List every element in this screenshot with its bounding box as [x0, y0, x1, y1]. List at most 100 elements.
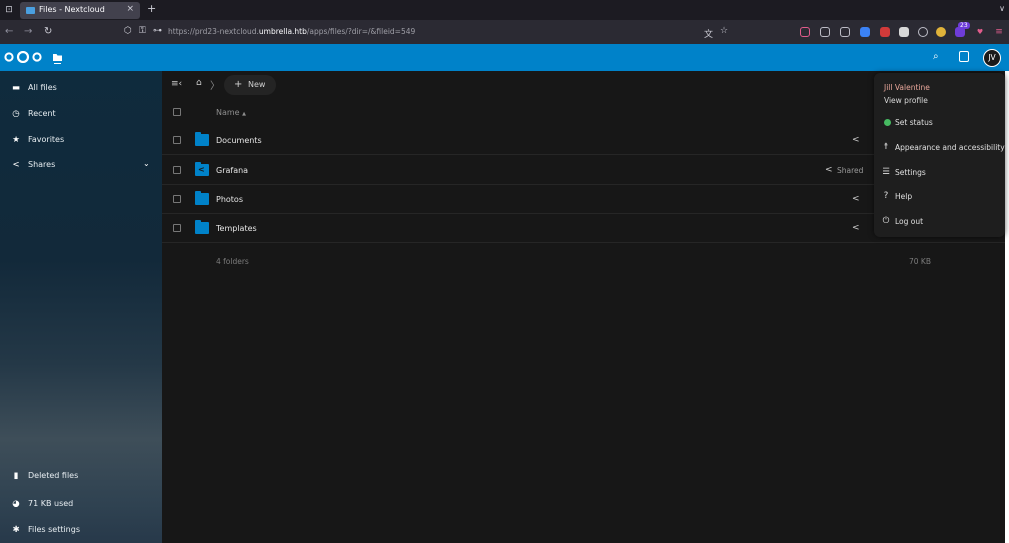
shared-label[interactable]: Shared	[837, 166, 863, 175]
share-icon: <	[12, 160, 20, 170]
sidebar-item-recent[interactable]: ◷ Recent	[0, 104, 162, 124]
navigation-toggle-icon[interactable]: ≡‹	[171, 79, 182, 89]
sidebar-item-label: All files	[28, 83, 57, 92]
shield-icon[interactable]: ⬡	[124, 26, 132, 36]
home-icon[interactable]: ⌂	[196, 78, 202, 88]
forward-icon[interactable]: →	[24, 26, 32, 37]
power-icon: ⏻	[882, 216, 890, 226]
bookmark-star-icon[interactable]: ☆	[720, 26, 728, 36]
total-size: 70 KB	[909, 257, 931, 266]
folder-icon	[195, 191, 209, 205]
nextcloud-header: ⌕ JV	[0, 44, 1009, 71]
plus-icon: +	[234, 79, 243, 90]
settings-item[interactable]: ☰ Settings	[874, 163, 1005, 183]
row-checkbox[interactable]	[173, 136, 181, 144]
help-item[interactable]: ? Help	[874, 187, 1005, 207]
menu-item-label: Log out	[895, 217, 924, 226]
pocket-icon[interactable]	[800, 27, 810, 37]
extension-icon[interactable]	[899, 27, 909, 37]
sidebar-item-files-settings[interactable]: ✱ Files settings	[0, 520, 162, 540]
row-checkbox[interactable]	[173, 166, 181, 174]
translate-icon[interactable]: 文	[704, 27, 713, 40]
menu-item-label: Settings	[895, 168, 926, 177]
share-icon[interactable]: <	[852, 223, 860, 233]
menu-item-label: Set status	[895, 118, 933, 127]
ublock-icon[interactable]	[880, 27, 890, 37]
pocket-save-icon[interactable]: ♥	[975, 27, 985, 37]
chevron-down-icon[interactable]: ⌄	[143, 159, 150, 168]
new-button-label: New	[248, 80, 266, 89]
star-icon: ★	[12, 135, 20, 145]
sidebar-item-shares[interactable]: < Shares ⌄	[0, 155, 162, 175]
sidebar-item-label: Files settings	[28, 525, 80, 534]
new-tab-button[interactable]: +	[147, 2, 156, 15]
pie-chart-icon: ◕	[12, 499, 20, 509]
account-icon[interactable]	[820, 27, 830, 37]
share-icon[interactable]: <	[825, 165, 833, 175]
menu-item-label: Help	[895, 192, 913, 201]
name-column-header[interactable]: Name ▲	[216, 108, 246, 117]
tab-close-icon[interactable]: ×	[126, 4, 134, 14]
lock-icon[interactable]: ⚿	[139, 26, 146, 36]
app-navigation: ▬ All files ◷ Recent ★ Favorites < Share…	[0, 71, 162, 543]
file-name[interactable]: Photos	[216, 195, 243, 204]
url-text[interactable]: https://prd23-nextcloud.umbrella.htb/app…	[168, 27, 415, 36]
sidebar-item-deleted-files[interactable]: ▮ Deleted files	[0, 466, 162, 486]
sidebar-item-label: Recent	[28, 109, 56, 118]
browser-tab[interactable]: Files - Nextcloud ×	[20, 2, 140, 19]
folder-icon	[195, 132, 209, 146]
set-status-item[interactable]: Set status	[874, 113, 1005, 133]
cookie-icon[interactable]	[936, 27, 946, 37]
tab-list-icon[interactable]: ⊡	[2, 3, 16, 17]
sidebar-item-label: Deleted files	[28, 471, 79, 480]
settings-sliders-icon: ☰	[882, 167, 890, 177]
help-icon: ?	[883, 191, 889, 201]
user-display-name: Jill Valentine	[884, 83, 930, 92]
row-checkbox[interactable]	[173, 195, 181, 203]
share-icon[interactable]: <	[852, 135, 860, 145]
files-app-icon[interactable]	[53, 53, 62, 64]
share-icon[interactable]: <	[852, 194, 860, 204]
browser-tab-strip: ⊡ Files - Nextcloud × + ∨	[0, 0, 1009, 20]
folder-icon	[195, 220, 209, 234]
accessibility-icon: ☨	[883, 142, 889, 152]
clock-icon: ◷	[12, 109, 20, 119]
extensions-icon[interactable]	[840, 27, 850, 37]
page-edge	[1005, 71, 1009, 543]
file-name[interactable]: Templates	[216, 224, 257, 233]
folder-icon: ▬	[11, 83, 21, 93]
select-all-checkbox[interactable]	[173, 108, 181, 116]
nextcloud-logo-icon[interactable]	[4, 51, 42, 63]
back-icon[interactable]: ←	[5, 26, 13, 37]
quota-label: 71 KB used	[28, 499, 74, 508]
trash-icon: ▮	[13, 471, 19, 481]
tab-title: Files - Nextcloud	[39, 5, 105, 14]
contacts-icon[interactable]	[959, 51, 969, 62]
chevron-down-icon[interactable]: ∨	[999, 4, 1005, 13]
appearance-item[interactable]: ☨ Appearance and accessibility	[874, 138, 1005, 158]
menu-icon[interactable]: ≡	[994, 27, 1004, 37]
url-bar[interactable]: ⬡ ⚿ ⊶ https://prd23-nextcloud.umbrella.h…	[112, 23, 737, 41]
folder-count: 4 folders	[216, 257, 249, 266]
user-menu: Jill Valentine View profile Set status ☨…	[874, 73, 1005, 237]
sidebar-item-label: Shares	[28, 160, 56, 169]
search-icon[interactable]: ⌕	[933, 51, 939, 62]
sidebar-item-all-files[interactable]: ▬ All files	[0, 78, 162, 98]
bitwarden-icon[interactable]	[860, 27, 870, 37]
reload-icon[interactable]: ↻	[44, 26, 52, 37]
file-name[interactable]: Documents	[216, 136, 262, 145]
sidebar-item-favorites[interactable]: ★ Favorites	[0, 130, 162, 150]
logout-item[interactable]: ⏻ Log out	[874, 212, 1005, 232]
folder-favicon-icon	[26, 7, 35, 14]
key-icon[interactable]: ⊶	[153, 26, 162, 36]
extension-badge: 23	[958, 22, 970, 29]
status-dot-icon	[884, 119, 891, 126]
quota-indicator[interactable]: ◕ 71 KB used	[0, 494, 162, 514]
view-profile-link[interactable]: View profile	[884, 96, 928, 105]
breadcrumb-separator-icon: 〉	[210, 81, 220, 92]
new-button[interactable]: + New	[224, 75, 276, 95]
settings-extension-icon[interactable]	[918, 27, 928, 37]
avatar[interactable]: JV	[983, 49, 1001, 67]
file-name[interactable]: Grafana	[216, 166, 248, 175]
row-checkbox[interactable]	[173, 224, 181, 232]
